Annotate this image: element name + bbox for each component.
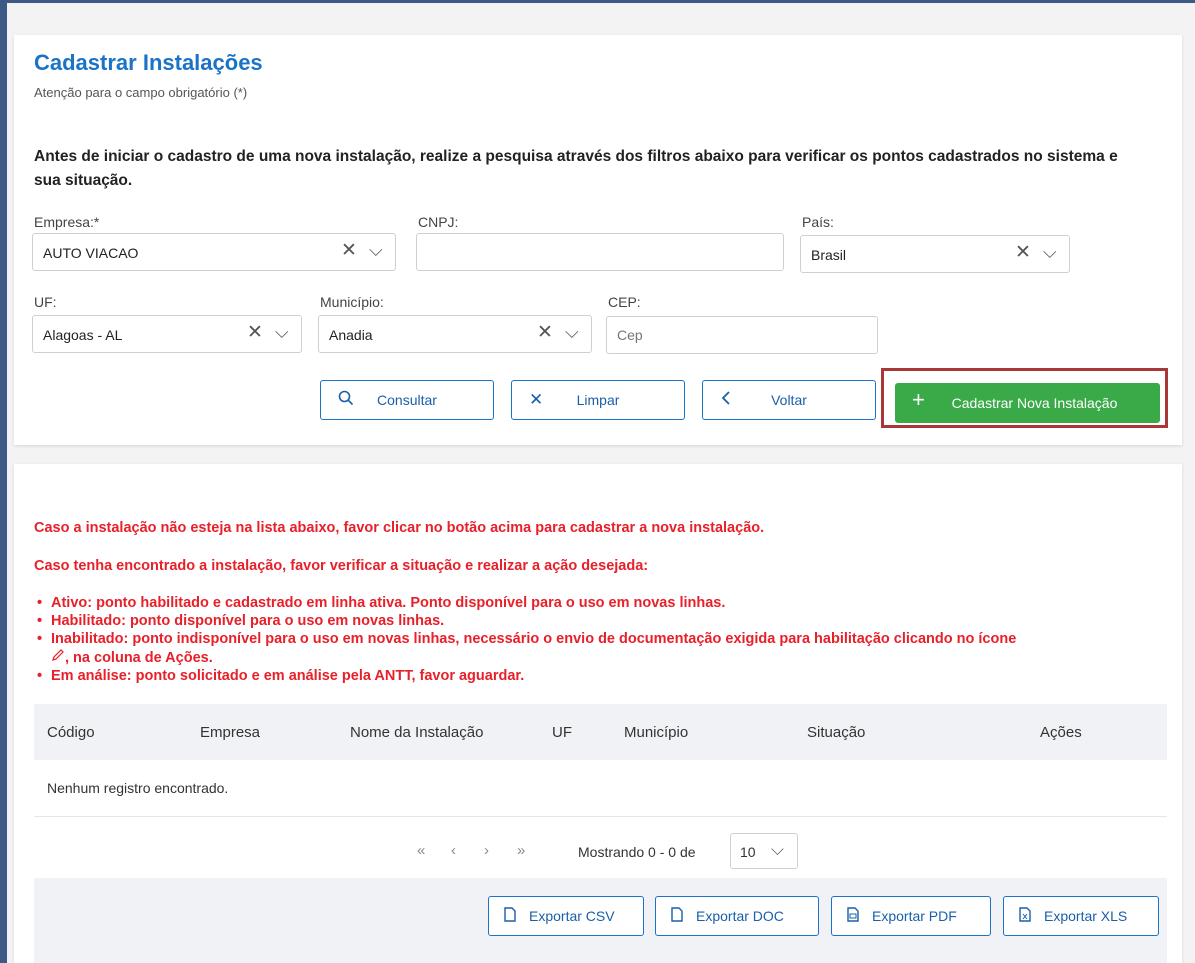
export-doc-label: Exportar DOC [696,908,784,924]
next-page-icon[interactable]: › [484,842,489,859]
pais-label: País: [802,214,834,230]
cnpj-input[interactable] [417,234,783,270]
page-title: Cadastrar Instalações [34,50,263,75]
results-card: Caso a instalação não esteja na lista ab… [14,464,1182,963]
consultar-button[interactable]: Consultar [320,380,494,420]
page-size-value: 10 [740,844,756,860]
chevron-down-icon: ⌵ [771,840,784,859]
chevron-down-icon[interactable]: ⌵ [275,321,289,343]
highlight-box [881,368,1168,428]
export-csv-label: Exportar CSV [529,908,615,924]
window-frame-top [0,0,1195,3]
uf-label: UF: [34,294,57,310]
page-size-select[interactable]: 10 ⌵ [730,833,798,869]
col-codigo: Código [47,724,95,741]
empty-message: Nenhum registro encontrado. [47,780,229,796]
pencil-icon [51,649,65,666]
legend-item-em-analise: • Em análise: ponto solicitado e em análi… [37,668,525,684]
municipio-label: Município: [320,294,384,310]
notice-line-2: Caso tenha encontrado a instalação, favo… [34,558,649,574]
empresa-label: Empresa:* [34,214,100,230]
col-uf: UF [552,724,572,741]
clear-icon[interactable]: ✕ [247,322,263,344]
file-icon [671,907,683,925]
cnpj-label: CNPJ: [418,214,459,230]
export-xls-label: Exportar XLS [1044,908,1128,924]
cep-field[interactable] [606,316,878,354]
clear-icon[interactable]: ✕ [1015,242,1031,264]
page-subtitle: Atenção para o campo obrigatório (*) [34,85,248,100]
clear-icon[interactable]: ✕ [537,322,553,344]
chevron-down-icon[interactable]: ⌵ [565,321,579,343]
municipio-value: Anadia [329,327,373,343]
first-page-icon[interactable]: « [417,842,425,859]
legend-item-ativo: • Ativo: ponto habilitado e cadastrado em… [37,595,726,611]
export-pdf-label: Exportar PDF [872,908,957,924]
col-empresa: Empresa [200,724,261,741]
prev-page-icon[interactable]: ‹ [451,842,456,859]
export-xls-button[interactable]: Exportar XLS [1003,896,1159,936]
export-csv-button[interactable]: Exportar CSV [488,896,644,936]
export-footer: Exportar CSV Exportar DOC Exportar PDF E… [34,878,1167,963]
instructions-text: Antes de iniciar o cadastro de uma nova … [34,148,1118,189]
file-icon [504,907,516,925]
cnpj-field[interactable] [416,233,784,271]
col-nome-instalacao: Nome da Instalação [350,724,484,741]
municipio-select[interactable]: Anadia ✕ ⌵ [318,315,592,353]
empresa-value: AUTO VIACAO [43,245,139,261]
window-frame-left [0,0,7,963]
export-pdf-button[interactable]: Exportar PDF [831,896,991,936]
col-situacao: Situação [807,724,866,741]
pagination-status: Mostrando 0 - 0 de [578,844,696,860]
cep-input[interactable] [607,317,877,353]
col-acoes: Ações [1040,724,1082,741]
last-page-icon[interactable]: » [517,842,525,859]
col-municipio: Município [624,724,689,741]
legend-item-inabilitado: • Inabilitado: ponto indisponível para o … [37,631,1017,666]
cep-label: CEP: [608,294,641,310]
notice-line-1: Caso a instalação não esteja na lista ab… [34,520,765,536]
voltar-button[interactable]: Voltar [702,380,876,420]
uf-select[interactable]: Alagoas - AL ✕ ⌵ [32,315,302,353]
pais-select[interactable]: Brasil ✕ ⌵ [800,235,1070,273]
file-pdf-icon [847,907,859,925]
table-header: Código Empresa Nome da Instalação UF Mun… [34,704,1167,760]
consultar-label: Consultar [377,392,437,408]
empresa-select[interactable]: AUTO VIACAO ✕ ⌵ [32,233,396,271]
legend-item-habilitado: • Habilitado: ponto disponível para o uso… [37,613,445,629]
table-empty-row: Nenhum registro encontrado. [34,760,1167,817]
voltar-label: Voltar [771,392,807,408]
chevron-down-icon[interactable]: ⌵ [1043,241,1057,263]
pais-value: Brasil [811,247,847,263]
uf-value: Alagoas - AL [43,327,123,343]
export-doc-button[interactable]: Exportar DOC [655,896,819,936]
chevron-down-icon[interactable]: ⌵ [369,239,383,261]
file-xls-icon [1019,907,1031,925]
limpar-label: Limpar [576,392,620,408]
clear-icon[interactable]: ✕ [341,240,357,262]
filter-card: Cadastrar Instalações Atenção para o cam… [14,35,1182,445]
limpar-button[interactable]: ✕ Limpar [511,380,685,420]
status-legend-list: • Ativo: ponto habilitado e cadastrado em… [34,594,1174,685]
